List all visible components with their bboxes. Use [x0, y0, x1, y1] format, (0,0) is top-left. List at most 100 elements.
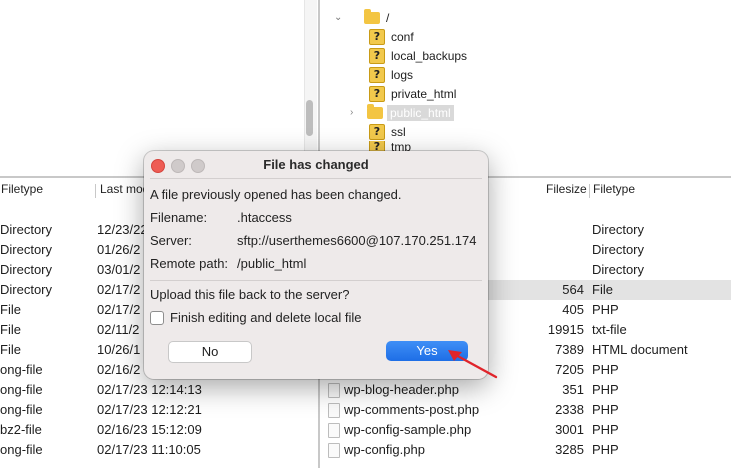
row-filesize: 19915: [547, 322, 584, 337]
chevron-down-icon[interactable]: ⌄: [334, 12, 352, 23]
no-button[interactable]: No: [168, 341, 252, 363]
tree-row-root[interactable]: ⌄ /: [334, 8, 389, 27]
row-filetype: PHP: [592, 402, 619, 417]
server-value: sftp://userthemes6600@107.170.251.174: [237, 233, 477, 248]
unknown-folder-icon: ?: [369, 123, 385, 140]
table-row[interactable]: bz2-file 02/16/23 15:12:09: [0, 420, 318, 440]
tree-item-local-backups[interactable]: ? local_backups: [369, 46, 467, 65]
row-modified: 02/17/23 12:12:21: [97, 402, 202, 417]
folder-icon: [364, 8, 380, 24]
dialog-title: File has changed: [263, 157, 369, 172]
row-filetype: ong-file: [0, 382, 43, 397]
row-modified: 02/17/23 12:14:13: [97, 382, 202, 397]
local-directory-tree[interactable]: [0, 0, 318, 176]
row-filetype: txt-file: [592, 322, 627, 337]
table-row[interactable]: wp-config-sample.php 3001 PHP: [320, 420, 731, 440]
divider: [150, 280, 482, 281]
row-filesize: 3001: [555, 422, 584, 437]
row-filetype: PHP: [592, 422, 619, 437]
unknown-folder-icon: ?: [369, 85, 385, 102]
table-row[interactable]: wp-blog-header.php 351 PHP: [320, 380, 731, 400]
row-filesize: 2338: [555, 402, 584, 417]
unknown-folder-icon: ?: [369, 28, 385, 45]
tree-item-label: ssl: [391, 124, 406, 139]
tree-item-label: private_html: [391, 86, 457, 101]
tree-item-label: public_html: [387, 104, 454, 121]
table-row[interactable]: ong-file 02/17/23 11:10:05: [0, 440, 318, 460]
row-filetype: PHP: [592, 302, 619, 317]
table-row[interactable]: ong-file 02/17/23 12:14:13: [0, 380, 318, 400]
tree-item-label: conf: [391, 29, 414, 44]
table-row[interactable]: wp-config.php 3285 PHP: [320, 440, 731, 460]
row-modified: 12/23/22: [97, 222, 148, 237]
tree-root-label: /: [386, 10, 390, 25]
file-changed-dialog: File has changed A file previously opene…: [144, 151, 488, 379]
tree-item-label: local_backups: [391, 48, 468, 63]
row-filetype: File: [592, 282, 613, 297]
folder-icon: [367, 103, 383, 119]
chevron-right-icon[interactable]: ›: [350, 107, 367, 118]
php-file-icon: [328, 383, 340, 398]
unknown-folder-icon: ?: [369, 47, 385, 64]
tree-item-public-html[interactable]: › public_html: [350, 103, 454, 122]
row-filetype: ong-file: [0, 362, 43, 377]
local-tree-scroll-thumb[interactable]: [306, 100, 313, 136]
row-filetype: Directory: [592, 262, 645, 277]
local-column-filetype[interactable]: Filetype: [1, 182, 43, 200]
dialog-message: A file previously opened has been change…: [150, 187, 402, 202]
row-filetype: PHP: [592, 362, 619, 377]
row-filetype: ong-file: [0, 442, 43, 457]
row-filetype: ong-file: [0, 402, 43, 417]
tree-item-private-html[interactable]: ? private_html: [369, 84, 456, 103]
row-filetype: Directory: [0, 242, 53, 257]
row-modified: 02/17/2: [97, 302, 141, 317]
row-modified: 02/17/23 11:10:05: [97, 442, 201, 457]
row-filename: wp-blog-header.php: [344, 382, 459, 397]
tree-item-conf[interactable]: ? conf: [369, 27, 414, 46]
table-row[interactable]: wp-comments-post.php 2338 PHP: [320, 400, 731, 420]
row-filesize: 7205: [555, 362, 584, 377]
row-filetype: File: [0, 342, 21, 357]
row-filetype: PHP: [592, 382, 619, 397]
local-tree-scrollbar[interactable]: [304, 0, 317, 176]
table-row[interactable]: ong-file 02/17/23 12:12:21: [0, 400, 318, 420]
tree-item-logs[interactable]: ? logs: [369, 65, 413, 84]
row-filetype: PHP: [592, 442, 619, 457]
filename-value: .htaccess: [237, 210, 292, 225]
row-filetype: Directory: [592, 242, 645, 257]
tree-item-ssl[interactable]: ? ssl: [369, 122, 406, 141]
row-filetype: Directory: [0, 262, 53, 277]
remote-column-filetype[interactable]: Filetype: [593, 182, 635, 200]
row-modified: 03/01/2: [97, 262, 141, 277]
php-file-icon: [328, 423, 340, 438]
row-filetype: File: [0, 322, 21, 337]
annotation-arrow-icon: [448, 350, 498, 379]
column-separator: [95, 184, 96, 198]
remote-directory-tree[interactable]: ⌄ / ? conf ? local_backups ? logs ? priv…: [320, 0, 731, 176]
row-filename: wp-config-sample.php: [344, 422, 472, 437]
row-modified: 02/11/2: [97, 322, 140, 337]
row-modified: 10/26/1: [97, 342, 141, 357]
row-filetype: File: [0, 302, 21, 317]
filename-label: Filename:: [150, 210, 208, 225]
upload-question: Upload this file back to the server?: [150, 287, 350, 302]
row-modified: 01/26/2: [97, 242, 141, 257]
finish-editing-checkbox[interactable]: [150, 311, 164, 325]
row-filesize: 351: [562, 382, 584, 397]
row-filetype: Directory: [592, 222, 645, 237]
checkbox-label[interactable]: Finish editing and delete local file: [170, 310, 362, 325]
row-filesize: 3285: [555, 442, 584, 457]
row-filename: wp-config.php: [344, 442, 425, 457]
tree-item-label: logs: [391, 67, 414, 82]
php-file-icon: [328, 443, 340, 458]
row-modified: 02/16/23 15:12:09: [97, 422, 202, 437]
remote-path-value: /public_html: [237, 256, 307, 271]
row-modified: 02/17/2: [97, 282, 141, 297]
row-filetype: Directory: [0, 222, 53, 237]
row-filesize: 564: [562, 282, 584, 297]
local-column-last-modified[interactable]: Last mod: [100, 182, 149, 200]
divider: [150, 178, 482, 179]
row-filesize: 405: [562, 302, 584, 317]
remote-column-filesize[interactable]: Filesize: [546, 182, 587, 200]
row-filetype: bz2-file: [0, 422, 42, 437]
